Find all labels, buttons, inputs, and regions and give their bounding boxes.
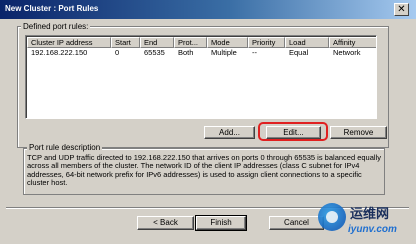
cell-load: Equal (289, 48, 309, 57)
watermark-url: iyunv.com (348, 224, 397, 235)
port-rule-description-label: Port rule description (27, 143, 103, 152)
finish-button[interactable]: Finish (195, 215, 247, 231)
column-header-priority[interactable]: Priority (248, 37, 285, 48)
remove-button[interactable]: Remove (330, 126, 387, 139)
cell-affinity: Network (333, 48, 361, 57)
close-button[interactable]: ✕ (394, 3, 409, 16)
watermark-logo-icon (318, 203, 346, 231)
list-header: Cluster IP address Start End Prot... Mod… (27, 37, 376, 48)
site-watermark: 运维网 iyunv.com (318, 201, 410, 239)
cell-start: 0 (115, 48, 120, 57)
cell-cluster-ip: 192.168.222.150 (31, 48, 88, 57)
port-rules-dialog: New Cluster : Port Rules ✕ Defined port … (0, 0, 416, 244)
column-header-load[interactable]: Load (285, 37, 329, 48)
column-header-end[interactable]: End (140, 37, 174, 48)
cell-mode: Multiple (211, 48, 237, 57)
column-header-start[interactable]: Start (111, 37, 140, 48)
title-bar[interactable]: New Cluster : Port Rules ✕ (0, 0, 416, 19)
defined-port-rules-label: Defined port rules: (21, 22, 91, 31)
window-title: New Cluster : Port Rules (5, 4, 99, 13)
table-row[interactable]: 192.168.222.150 0 65535 Both Multiple --… (27, 48, 376, 58)
cancel-button[interactable]: Cancel (269, 216, 324, 230)
column-header-mode[interactable]: Mode (207, 37, 248, 48)
add-button[interactable]: Add... (204, 126, 255, 139)
column-header-cluster-ip[interactable]: Cluster IP address (27, 37, 111, 48)
port-rule-description-text: TCP and UDP traffic directed to 192.168.… (27, 153, 381, 188)
column-header-protocol[interactable]: Prot... (174, 37, 207, 48)
cell-priority: -- (252, 48, 257, 57)
column-header-affinity[interactable]: Affinity (329, 37, 376, 48)
port-rules-list[interactable]: Cluster IP address Start End Prot... Mod… (25, 35, 377, 119)
back-button[interactable]: < Back (137, 216, 194, 230)
close-icon: ✕ (397, 4, 406, 15)
watermark-chinese-text: 运维网 (350, 207, 390, 222)
edit-button-highlight (258, 122, 328, 141)
cell-protocol: Both (178, 48, 194, 57)
cell-end: 65535 (144, 48, 165, 57)
